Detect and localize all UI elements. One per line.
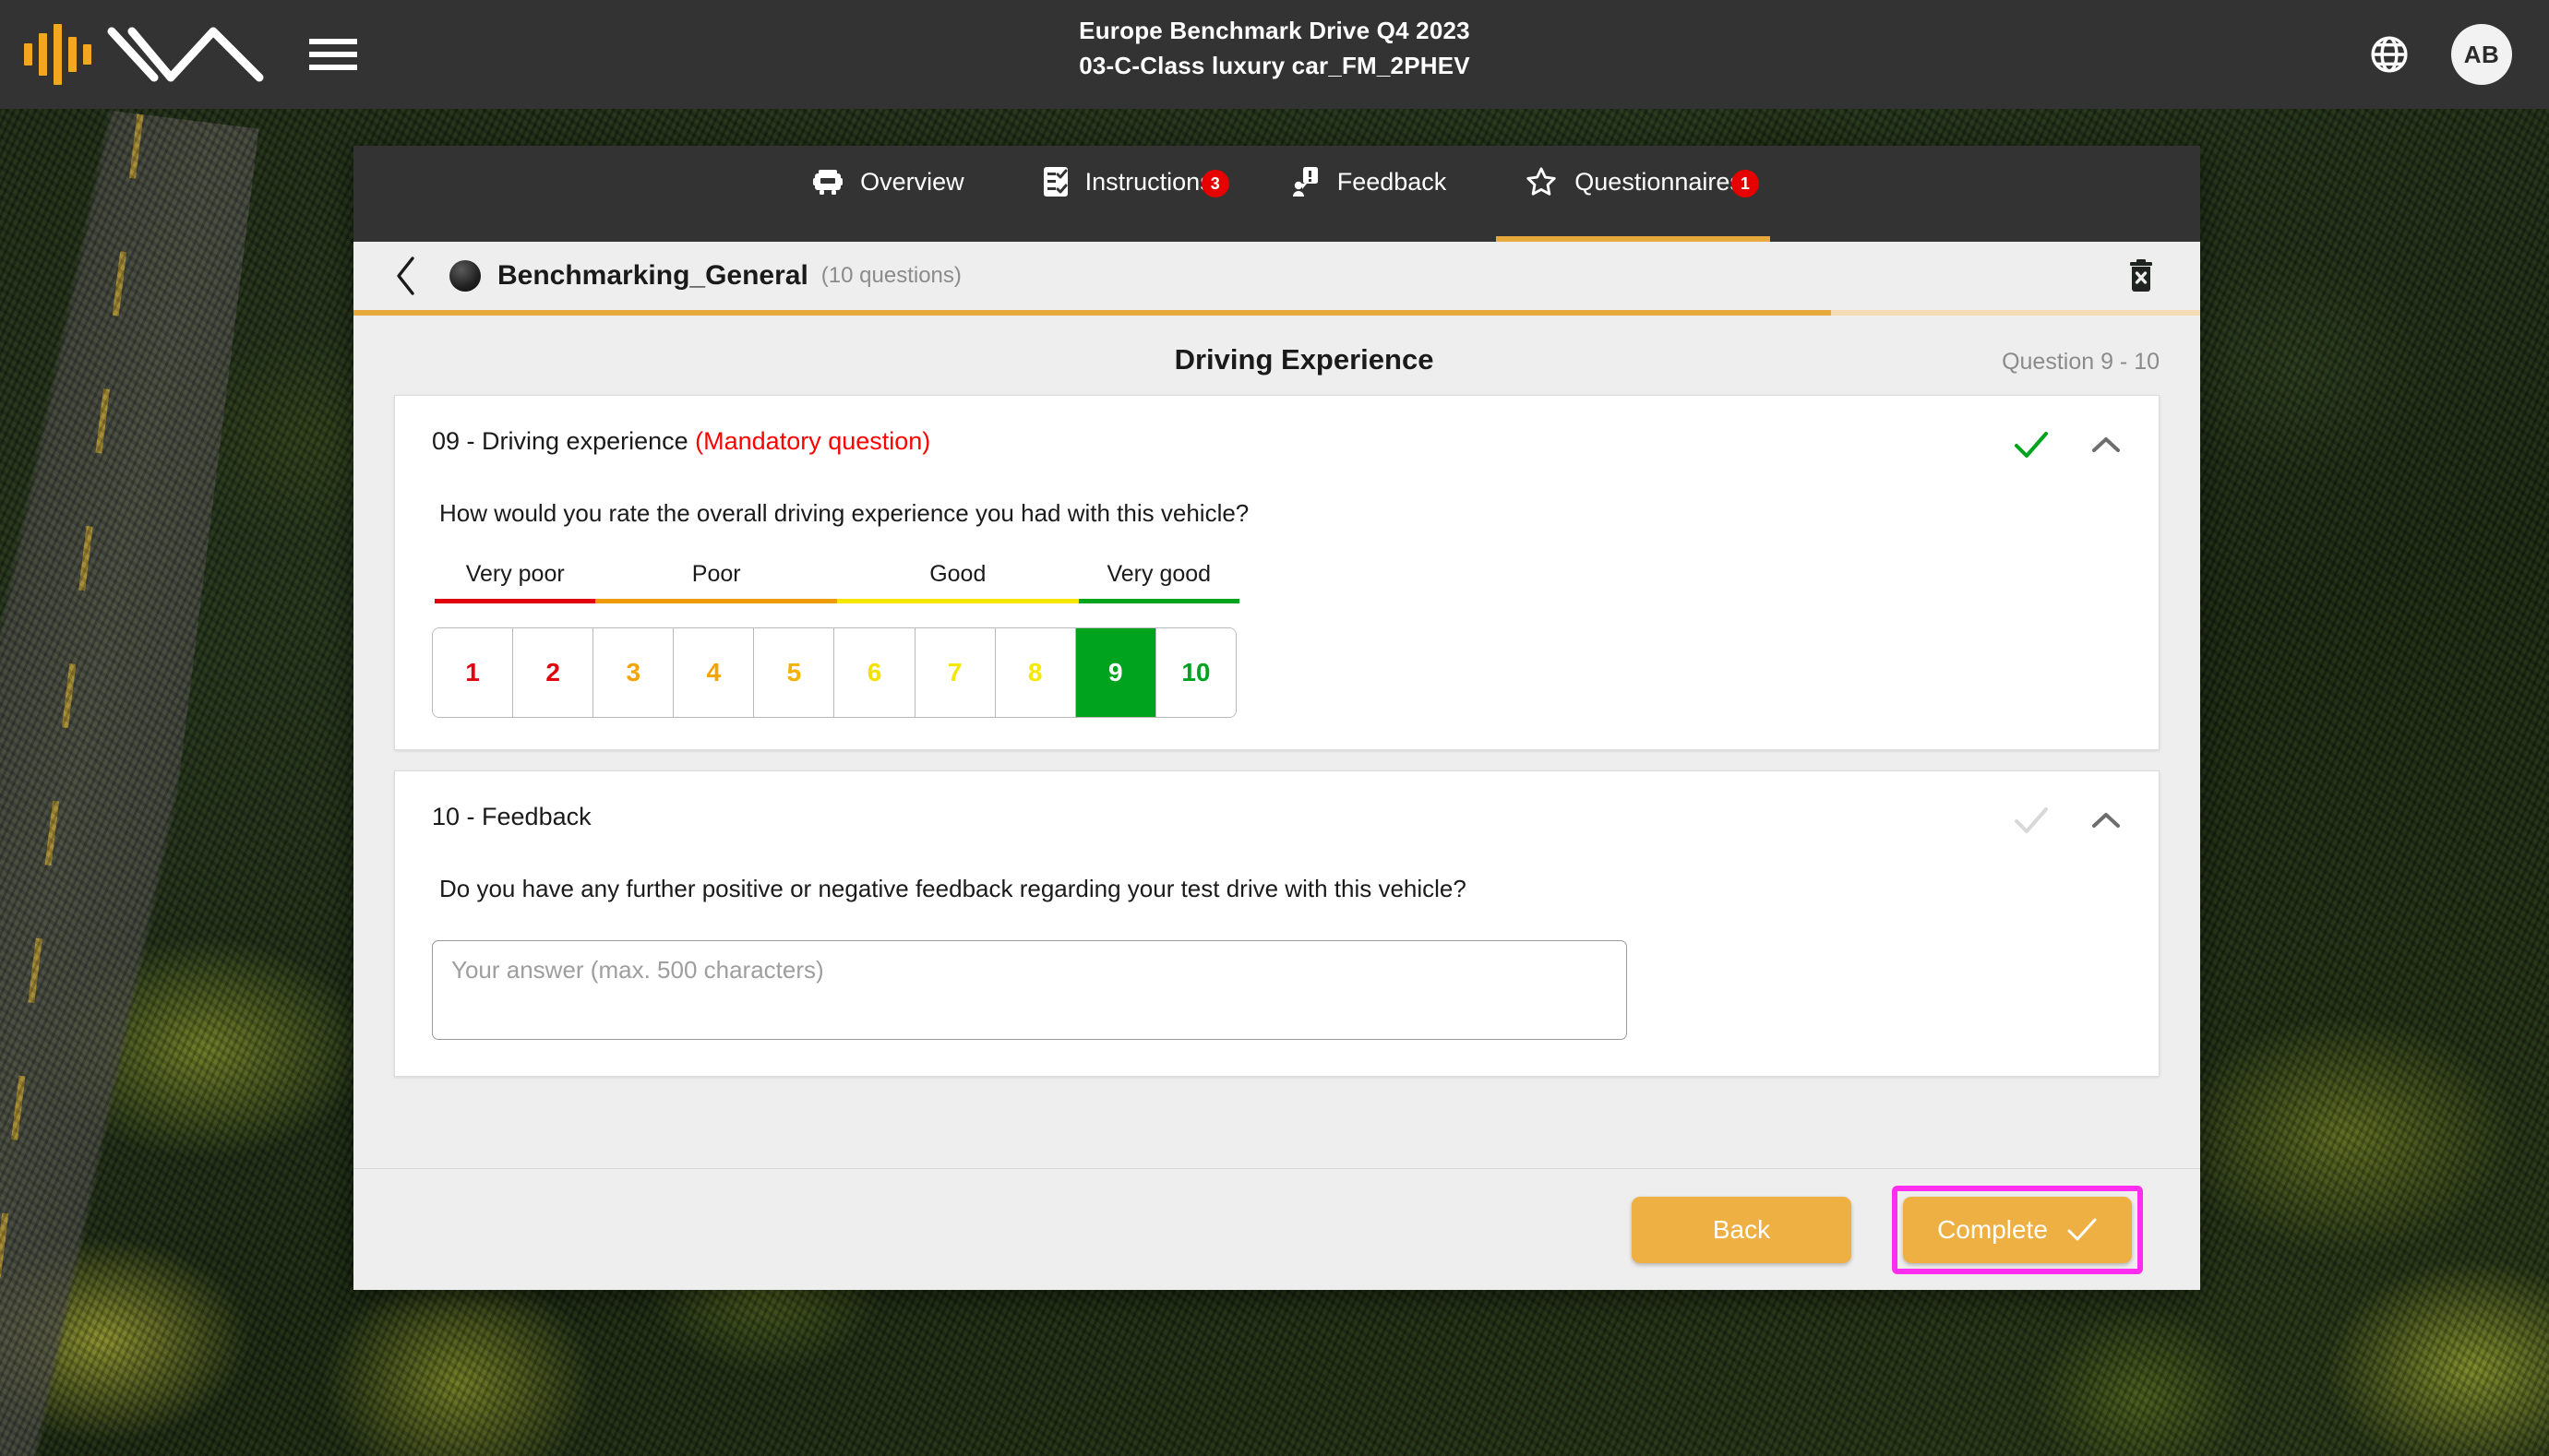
back-chevron-icon[interactable] xyxy=(392,249,437,303)
question-09-title: 09 - Driving experience (Mandatory quest… xyxy=(432,427,930,456)
question-range: Question 9 - 10 xyxy=(2002,349,2160,375)
tab-bar: Overview Instructions 3 Feedback Questio… xyxy=(353,146,2200,242)
questionnaire-header: Benchmarking_General (10 questions) xyxy=(353,242,2200,310)
page-title-line1: Europe Benchmark Drive Q4 2023 xyxy=(1079,17,1470,44)
rating-scale: 1 2 3 4 5 6 7 8 9 10 xyxy=(432,627,1237,718)
scale-label-very-good-text: Very good xyxy=(1107,561,1212,587)
tab-overview[interactable]: Overview xyxy=(772,146,1003,242)
rating-option-4[interactable]: 4 xyxy=(674,628,755,717)
feedback-answer-input[interactable] xyxy=(432,940,1627,1040)
complete-button[interactable]: Complete xyxy=(1903,1196,2132,1263)
road-decoration xyxy=(0,102,259,1456)
question-10-title: 10 - Feedback xyxy=(432,803,592,831)
rating-option-6[interactable]: 6 xyxy=(834,628,915,717)
car-icon xyxy=(811,168,844,196)
questionnaire-question-count: (10 questions) xyxy=(820,263,962,288)
question-09-number-label: 09 - Driving experience xyxy=(432,427,688,455)
questionnaire-name: Benchmarking_General xyxy=(497,260,808,291)
complete-button-highlight: Complete xyxy=(1892,1185,2143,1274)
scale-label-good: Good xyxy=(836,561,1079,615)
status-dot xyxy=(449,260,481,292)
section-header: Driving Experience Question 9 - 10 xyxy=(353,334,2200,395)
rating-option-1[interactable]: 1 xyxy=(433,628,514,717)
scale-label-very-poor: Very poor xyxy=(435,561,596,615)
question-10-prompt: Do you have any further positive or nega… xyxy=(439,875,1466,902)
progress-bar-fill xyxy=(353,310,1831,316)
tab-instructions-badge: 3 xyxy=(1201,170,1229,197)
rating-scale-labels: Very poor Poor Good Very good xyxy=(435,561,2122,615)
page-title-line2: 03-C-Class luxury car_FM_2PHEV xyxy=(1079,52,1470,79)
waveform-logo-icon xyxy=(24,24,91,85)
question-card-10: 10 - Feedback Do you have any further po… xyxy=(394,770,2160,1077)
question-10-number-label: 10 - Feedback xyxy=(432,803,592,830)
globe-icon[interactable] xyxy=(2368,33,2411,76)
questionnaire-card: Overview Instructions 3 Feedback Questio… xyxy=(353,146,2200,1290)
zigzag-logo-icon xyxy=(104,24,270,85)
question-10-header: 10 - Feedback xyxy=(432,803,2122,836)
rating-option-3[interactable]: 3 xyxy=(593,628,675,717)
rating-option-2[interactable]: 2 xyxy=(513,628,594,717)
trash-delete-icon[interactable] xyxy=(2124,257,2158,295)
tab-questionnaires[interactable]: Questionnaires 1 xyxy=(1485,146,1781,242)
tab-instructions-label: Instructions xyxy=(1084,167,1213,196)
question-10-icons xyxy=(2013,803,2122,836)
tab-feedback-label: Feedback xyxy=(1336,167,1447,196)
tab-feedback[interactable]: Feedback xyxy=(1251,146,1486,242)
tab-questionnaires-label: Questionnaires xyxy=(1574,167,1742,196)
top-app-bar: Europe Benchmark Drive Q4 2023 03-C-Clas… xyxy=(0,0,2549,109)
question-09-prompt: How would you rate the overall driving e… xyxy=(439,499,1250,527)
check-icon xyxy=(2013,429,2050,460)
page-title: Europe Benchmark Drive Q4 2023 03-C-Clas… xyxy=(0,13,2549,83)
question-09-mandatory-label: (Mandatory question) xyxy=(695,427,931,455)
check-icon xyxy=(2013,805,2050,836)
chevron-up-icon[interactable] xyxy=(2090,809,2122,831)
question-09-header: 09 - Driving experience (Mandatory quest… xyxy=(432,427,2122,460)
progress-bar xyxy=(353,310,2200,316)
scale-label-poor-text: Poor xyxy=(691,561,741,587)
rating-option-5[interactable]: 5 xyxy=(754,628,835,717)
top-bar-actions: AB xyxy=(2368,24,2512,85)
app-logo[interactable] xyxy=(24,24,270,85)
complete-button-label: Complete xyxy=(1937,1214,2048,1244)
rating-option-8[interactable]: 8 xyxy=(995,628,1076,717)
scale-label-good-text: Good xyxy=(929,561,987,587)
back-button[interactable]: Back xyxy=(1632,1196,1851,1263)
questionnaire-body: Driving Experience Question 9 - 10 09 - … xyxy=(353,316,2200,1168)
question-card-09: 09 - Driving experience (Mandatory quest… xyxy=(394,395,2160,750)
tab-instructions[interactable]: Instructions 3 xyxy=(1003,146,1251,242)
tab-questionnaires-badge: 1 xyxy=(1730,170,1759,197)
check-icon xyxy=(2066,1217,2098,1243)
section-title: Driving Experience xyxy=(1174,343,1434,376)
star-icon xyxy=(1524,165,1559,198)
scale-label-very-poor-text: Very poor xyxy=(465,561,565,587)
tab-overview-label: Overview xyxy=(860,167,964,196)
rating-option-7[interactable]: 7 xyxy=(915,628,996,717)
questionnaire-footer: Back Complete xyxy=(353,1168,2200,1290)
rating-option-10[interactable]: 10 xyxy=(1155,628,1236,717)
scale-label-poor: Poor xyxy=(595,561,837,615)
question-09-icons xyxy=(2013,427,2122,460)
feedback-icon xyxy=(1290,165,1322,198)
scale-label-very-good: Very good xyxy=(1078,561,1239,615)
chevron-up-icon[interactable] xyxy=(2090,434,2122,456)
rating-option-9[interactable]: 9 xyxy=(1075,628,1156,717)
hamburger-menu-icon[interactable] xyxy=(309,39,357,70)
avatar[interactable]: AB xyxy=(2451,24,2512,85)
checklist-icon xyxy=(1042,165,1070,198)
